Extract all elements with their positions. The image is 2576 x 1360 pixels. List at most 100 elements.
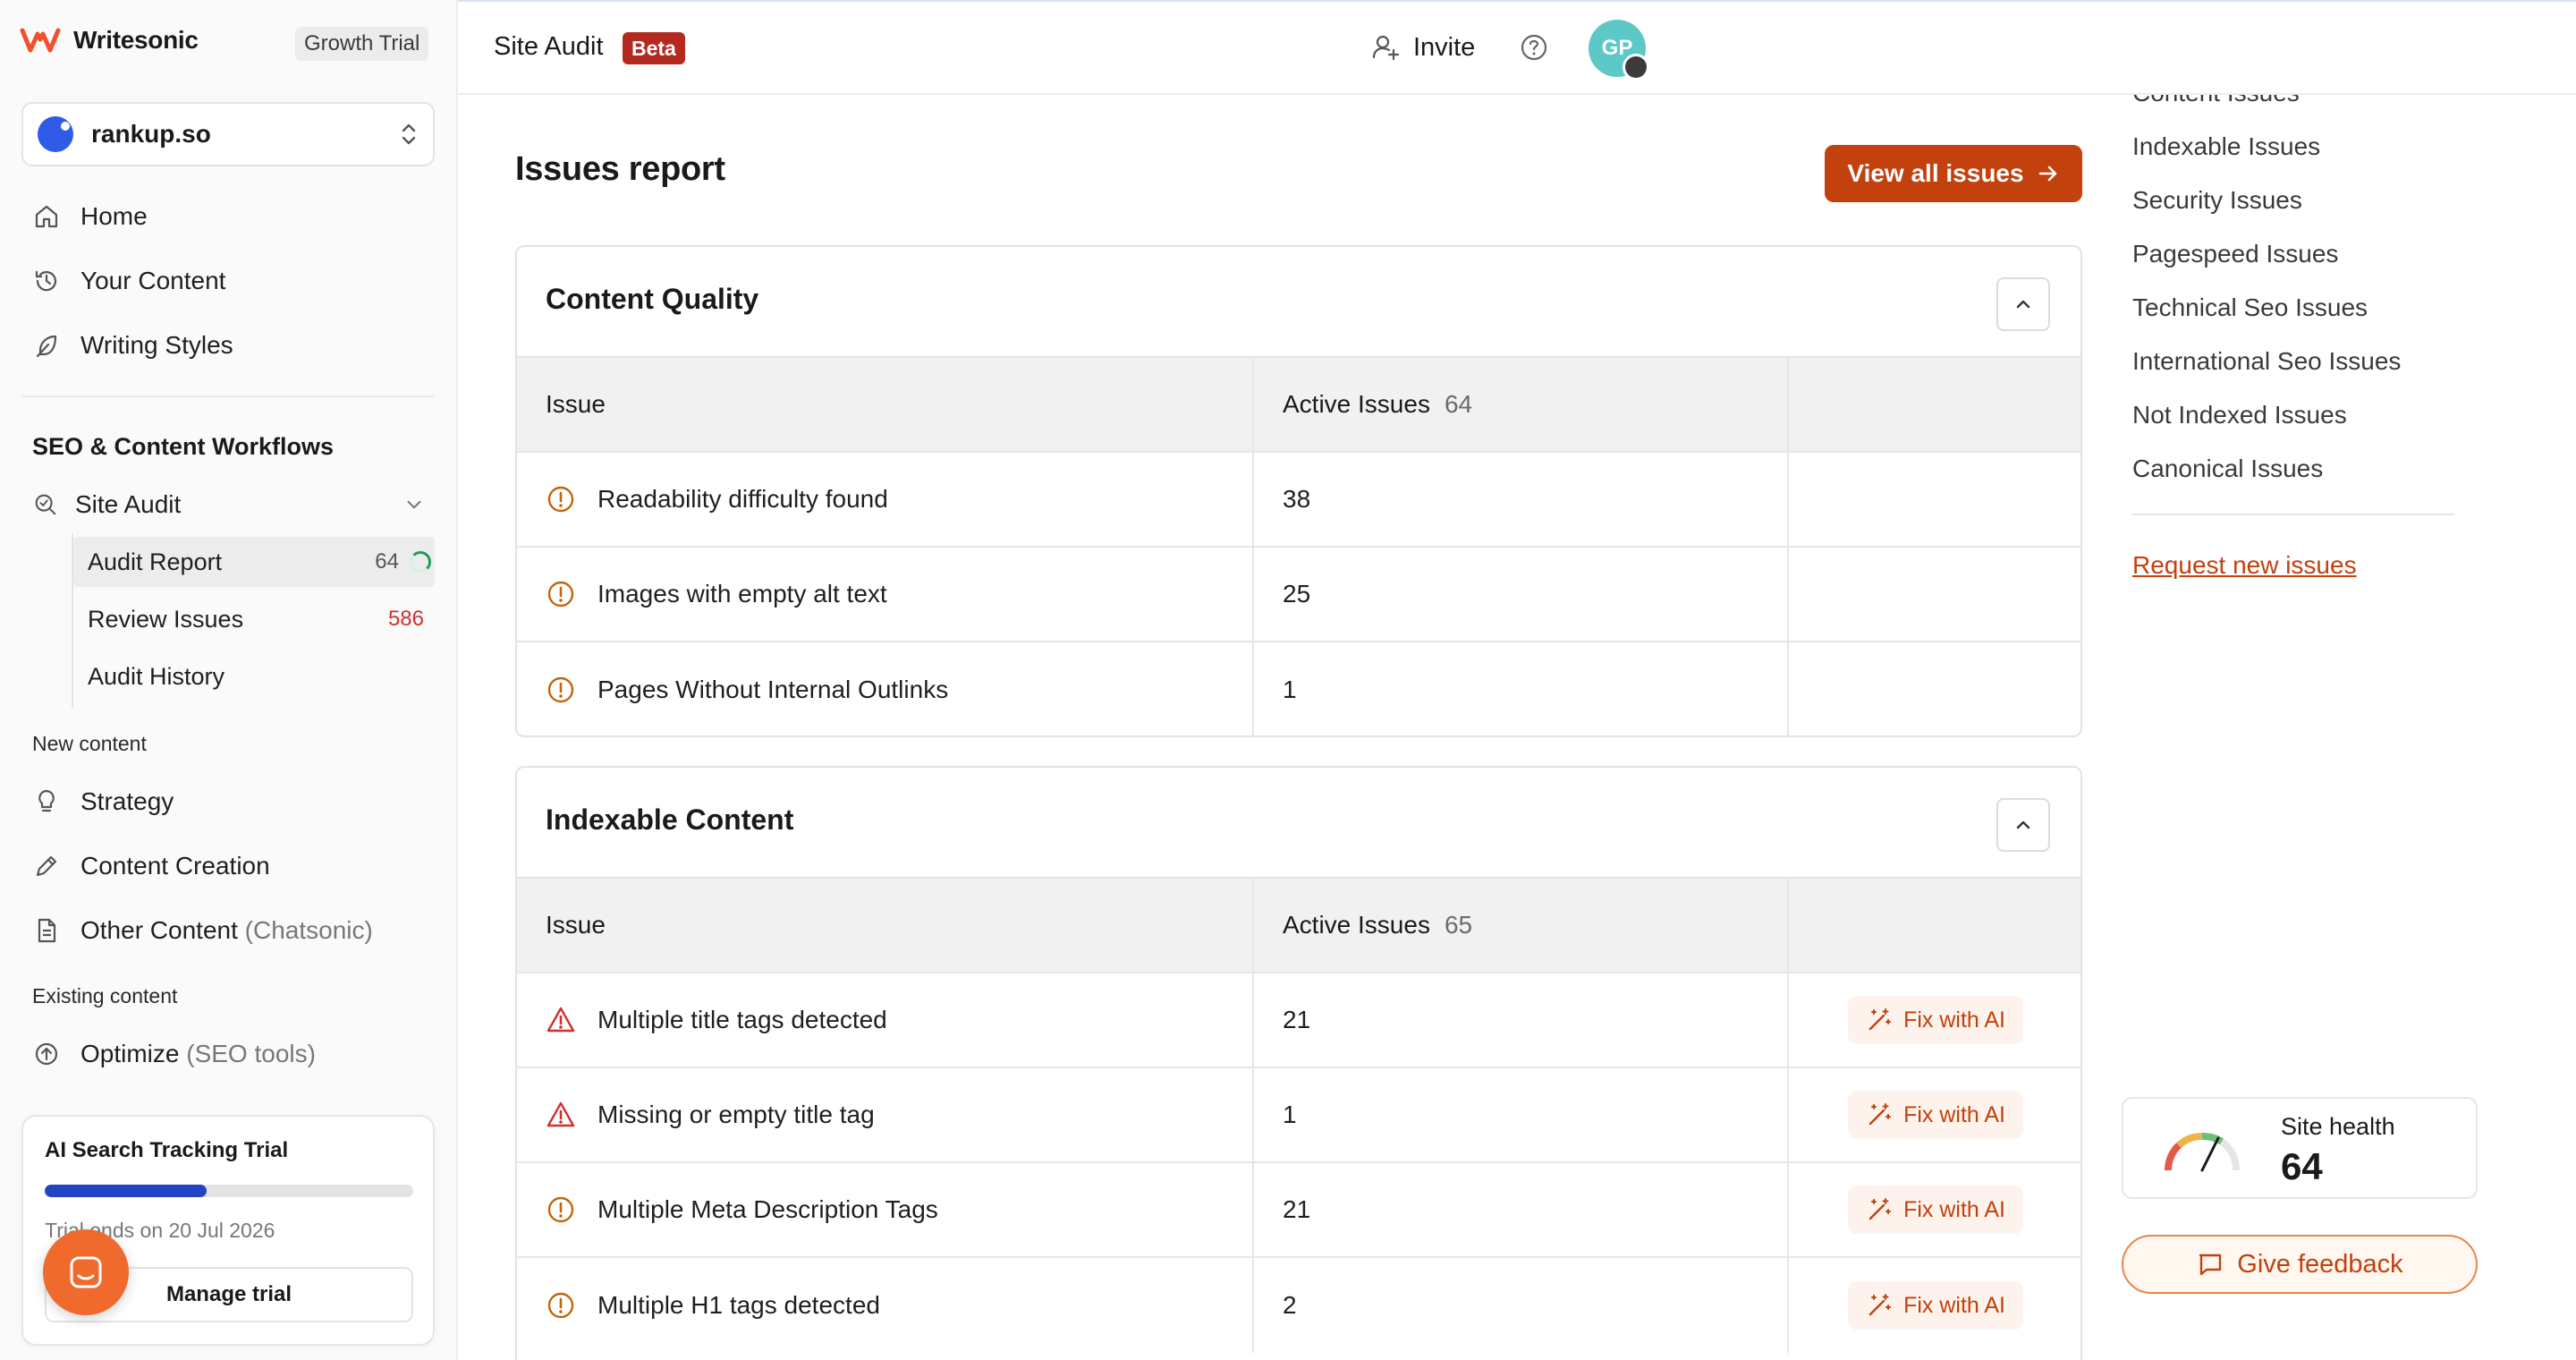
issue-cell: Pages Without Internal Outlinks — [517, 642, 1254, 735]
chat-launcher-button[interactable] — [43, 1229, 129, 1315]
nav-label-optimize: Optimize — [80, 1040, 180, 1067]
nav-label-other-content-wrap: Other Content (Chatsonic) — [80, 916, 373, 945]
action-cell: Fix with AI — [1789, 1163, 2080, 1256]
warning-circle-icon — [547, 486, 574, 513]
nav-item-writing-styles[interactable]: Writing Styles — [32, 324, 233, 367]
toc-item-not-indexed-issues[interactable]: Not Indexed Issues — [2132, 401, 2347, 429]
card-title: Indexable Content — [546, 803, 794, 836]
toc-item-security-issues[interactable]: Security Issues — [2132, 186, 2302, 215]
toc-item-technical-seo-issues[interactable]: Technical Seo Issues — [2132, 293, 2368, 322]
col-header-active-label: Active Issues — [1283, 911, 1430, 939]
table-header-row: Issue Active Issues 65 — [517, 879, 2080, 973]
nav-label-content-creation: Content Creation — [80, 852, 270, 880]
action-cell: Fix with AI — [1789, 973, 2080, 1067]
card-title: Content Quality — [546, 283, 759, 315]
table-header-row: Issue Active Issues 64 — [517, 358, 2080, 453]
writesonic-logo-icon — [20, 28, 61, 53]
nav-item-site-audit[interactable]: Site Audit — [32, 483, 426, 526]
fix-with-ai-button[interactable]: Fix with AI — [1848, 1281, 2023, 1330]
issue-cell: Multiple title tags detected — [517, 973, 1254, 1067]
give-feedback-button[interactable]: Give feedback — [2122, 1235, 2478, 1294]
issue-cell: Images with empty alt text — [517, 548, 1254, 641]
action-cell — [1789, 453, 2080, 546]
chevron-up-icon — [2016, 820, 2030, 829]
sidebar: Writesonic Growth Trial rankup.so Home Y… — [0, 0, 458, 1360]
toc-item-indexable-issues[interactable]: Indexable Issues — [2132, 132, 2320, 161]
home-icon — [35, 205, 58, 228]
collapse-button[interactable] — [1996, 798, 2050, 852]
trial-progress-fill — [45, 1185, 208, 1197]
issue-card-indexable-content: Indexable Content Issue Active Issues 65… — [515, 766, 2082, 1360]
user-avatar[interactable]: GP — [1589, 20, 1649, 81]
table-row[interactable]: Images with empty alt text 25 — [517, 548, 2080, 642]
group-label-new-content: New content — [32, 732, 147, 755]
nav-label-writing-styles: Writing Styles — [80, 331, 233, 359]
alert-triangle-icon — [547, 1007, 575, 1033]
action-cell: Fix with AI — [1789, 1068, 2080, 1161]
toc-item-pagespeed-issues[interactable]: Pagespeed Issues — [2132, 240, 2338, 268]
col-header-action — [1789, 358, 2080, 451]
table-row[interactable]: Pages Without Internal Outlinks 1 — [517, 642, 2080, 735]
arrow-right-icon — [2038, 166, 2056, 182]
top-bar: Site Audit Beta Invite GP — [458, 0, 2576, 95]
pencil-icon — [36, 855, 57, 877]
sidebar-item-audit-report[interactable]: Audit Report 64 — [73, 537, 435, 587]
request-new-issues-link[interactable]: Request new issues — [2132, 551, 2357, 580]
site-health-label: Site health — [2281, 1113, 2395, 1140]
toc-item-international-seo-issues[interactable]: International Seo Issues — [2132, 347, 2401, 376]
action-cell — [1789, 642, 2080, 735]
fix-with-ai-button[interactable]: Fix with AI — [1848, 1186, 2023, 1234]
warning-circle-icon — [547, 1292, 574, 1319]
nav-suffix-chatsonic: (Chatsonic) — [244, 916, 373, 944]
card-header: Content Quality — [517, 247, 2080, 358]
table-row[interactable]: Multiple Meta Description Tags 21 Fix wi… — [517, 1163, 2080, 1258]
invite-label: Invite — [1413, 32, 1476, 62]
nav-label-your-content: Your Content — [80, 267, 226, 294]
workspace-avatar — [38, 116, 73, 152]
plan-badge: Growth Trial — [295, 27, 429, 61]
issue-label: Multiple title tags detected — [597, 1006, 887, 1033]
workspace-selector[interactable]: rankup.so — [21, 102, 435, 166]
nav-item-content-creation[interactable]: Content Creation — [32, 845, 270, 888]
issue-label: Missing or empty title tag — [597, 1101, 875, 1128]
nav-item-strategy[interactable]: Strategy — [32, 780, 174, 823]
divider — [21, 395, 435, 397]
fix-with-ai-button[interactable]: Fix with AI — [1848, 1091, 2023, 1139]
col-header-issue: Issue — [517, 879, 1254, 972]
message-square-icon — [2199, 1254, 2222, 1276]
page-title: Site Audit — [494, 32, 604, 61]
alert-triangle-icon — [547, 1101, 575, 1127]
issue-card-content-quality: Content Quality Issue Active Issues 64 R… — [515, 245, 2082, 737]
toc-item-canonical-issues[interactable]: Canonical Issues — [2132, 455, 2323, 483]
nav-item-your-content[interactable]: Your Content — [32, 259, 225, 302]
issue-count: 25 — [1254, 548, 1789, 641]
brand[interactable]: Writesonic — [20, 25, 199, 55]
sidebar-item-review-issues[interactable]: Review Issues 586 — [73, 594, 435, 644]
table-row[interactable]: Readability difficulty found 38 — [517, 453, 2080, 548]
sidebar-item-audit-history[interactable]: Audit History — [73, 651, 435, 701]
warning-circle-icon — [547, 581, 574, 608]
help-icon[interactable] — [1519, 32, 1549, 63]
collapse-button[interactable] — [1996, 277, 2050, 331]
document-icon — [38, 918, 56, 943]
toc-item-content-issues[interactable]: Content Issues — [2132, 95, 2300, 107]
divider — [2132, 514, 2454, 515]
nav-item-other-content[interactable]: Other Content (Chatsonic) — [32, 909, 373, 952]
view-all-issues-button[interactable]: View all issues — [1825, 145, 2082, 202]
invite-button[interactable]: Invite — [1370, 2, 1475, 93]
table-row[interactable]: Multiple H1 tags detected 2 Fix with AI — [517, 1258, 2080, 1353]
arrow-up-circle-icon — [35, 1042, 58, 1066]
table-row[interactable]: Missing or empty title tag 1 Fix with AI — [517, 1068, 2080, 1163]
nav-item-home[interactable]: Home — [32, 195, 148, 238]
col-header-active: Active Issues 65 — [1254, 879, 1789, 972]
fix-label: Fix with AI — [1903, 1292, 2005, 1318]
issue-count: 1 — [1254, 642, 1789, 735]
nav-item-optimize[interactable]: Optimize (SEO tools) — [32, 1033, 316, 1075]
table-row[interactable]: Multiple title tags detected 21 Fix with… — [517, 973, 2080, 1068]
workspace-name: rankup.so — [91, 120, 211, 148]
view-all-label: View all issues — [1847, 159, 2024, 187]
card-header: Indexable Content — [517, 768, 2080, 879]
fix-with-ai-button[interactable]: Fix with AI — [1848, 996, 2023, 1044]
avatar-photo — [1623, 54, 1649, 81]
issue-count: 21 — [1254, 1163, 1789, 1256]
